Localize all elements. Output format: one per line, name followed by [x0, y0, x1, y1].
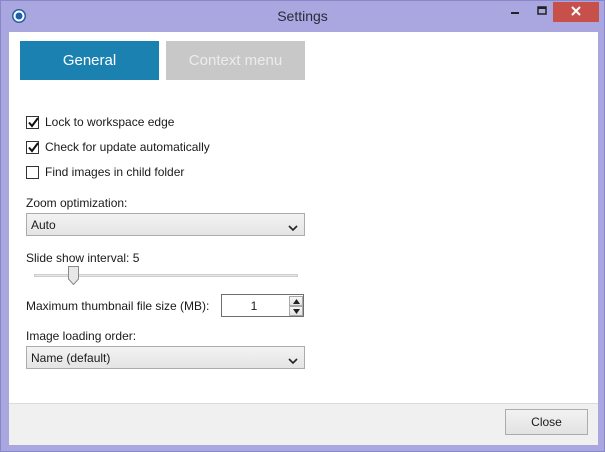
tab-general[interactable]: General: [20, 41, 159, 80]
settings-panel: General Context menu Lock to workspace e…: [9, 32, 598, 445]
caret-down-icon: [292, 308, 300, 314]
settings-window: Settings General Context menu Lock to wo…: [0, 0, 605, 452]
dialog-footer: Close: [9, 403, 598, 445]
check-update-option[interactable]: Check for update automatically: [26, 139, 210, 155]
thumbnail-size-label: Maximum thumbnail file size (MB):: [26, 299, 210, 313]
slideshow-label: Slide show interval: 5: [26, 251, 140, 265]
chevron-down-icon: [288, 221, 298, 235]
slideshow-slider-thumb[interactable]: [68, 266, 79, 286]
caret-up-icon: [292, 298, 300, 304]
checkmark-icon: [28, 141, 39, 153]
thumbnail-size-value[interactable]: 1: [222, 299, 286, 313]
lock-workspace-checkbox[interactable]: [26, 115, 39, 129]
loading-order-select[interactable]: Name (default): [26, 346, 305, 369]
zoom-value: Auto: [31, 217, 56, 232]
title-bar[interactable]: Settings: [1, 1, 604, 32]
child-folder-label: Find images in child folder: [45, 165, 185, 179]
stepper-up-button[interactable]: [289, 296, 303, 306]
loading-order-value: Name (default): [31, 350, 111, 365]
close-window-button[interactable]: [553, 2, 599, 22]
tab-context-menu[interactable]: Context menu: [166, 41, 305, 80]
zoom-label: Zoom optimization:: [26, 196, 128, 210]
checkmark-icon: [28, 116, 39, 128]
close-button[interactable]: Close: [505, 409, 588, 435]
maximize-button[interactable]: [528, 2, 556, 22]
check-update-label: Check for update automatically: [45, 140, 210, 154]
check-update-checkbox[interactable]: [26, 140, 39, 154]
chevron-down-icon: [288, 354, 298, 368]
lock-workspace-option[interactable]: Lock to workspace edge: [26, 114, 174, 130]
loading-order-label: Image loading order:: [26, 329, 137, 343]
child-folder-checkbox[interactable]: [26, 165, 39, 179]
minimize-icon: [510, 5, 520, 19]
stepper-down-button[interactable]: [289, 306, 303, 316]
zoom-select[interactable]: Auto: [26, 213, 305, 236]
thumbnail-size-stepper[interactable]: 1: [221, 294, 304, 317]
close-icon: [570, 5, 582, 20]
child-folder-option[interactable]: Find images in child folder: [26, 164, 184, 180]
lock-workspace-label: Lock to workspace edge: [45, 115, 175, 129]
maximize-icon: [537, 5, 547, 19]
minimize-button[interactable]: [501, 2, 529, 22]
